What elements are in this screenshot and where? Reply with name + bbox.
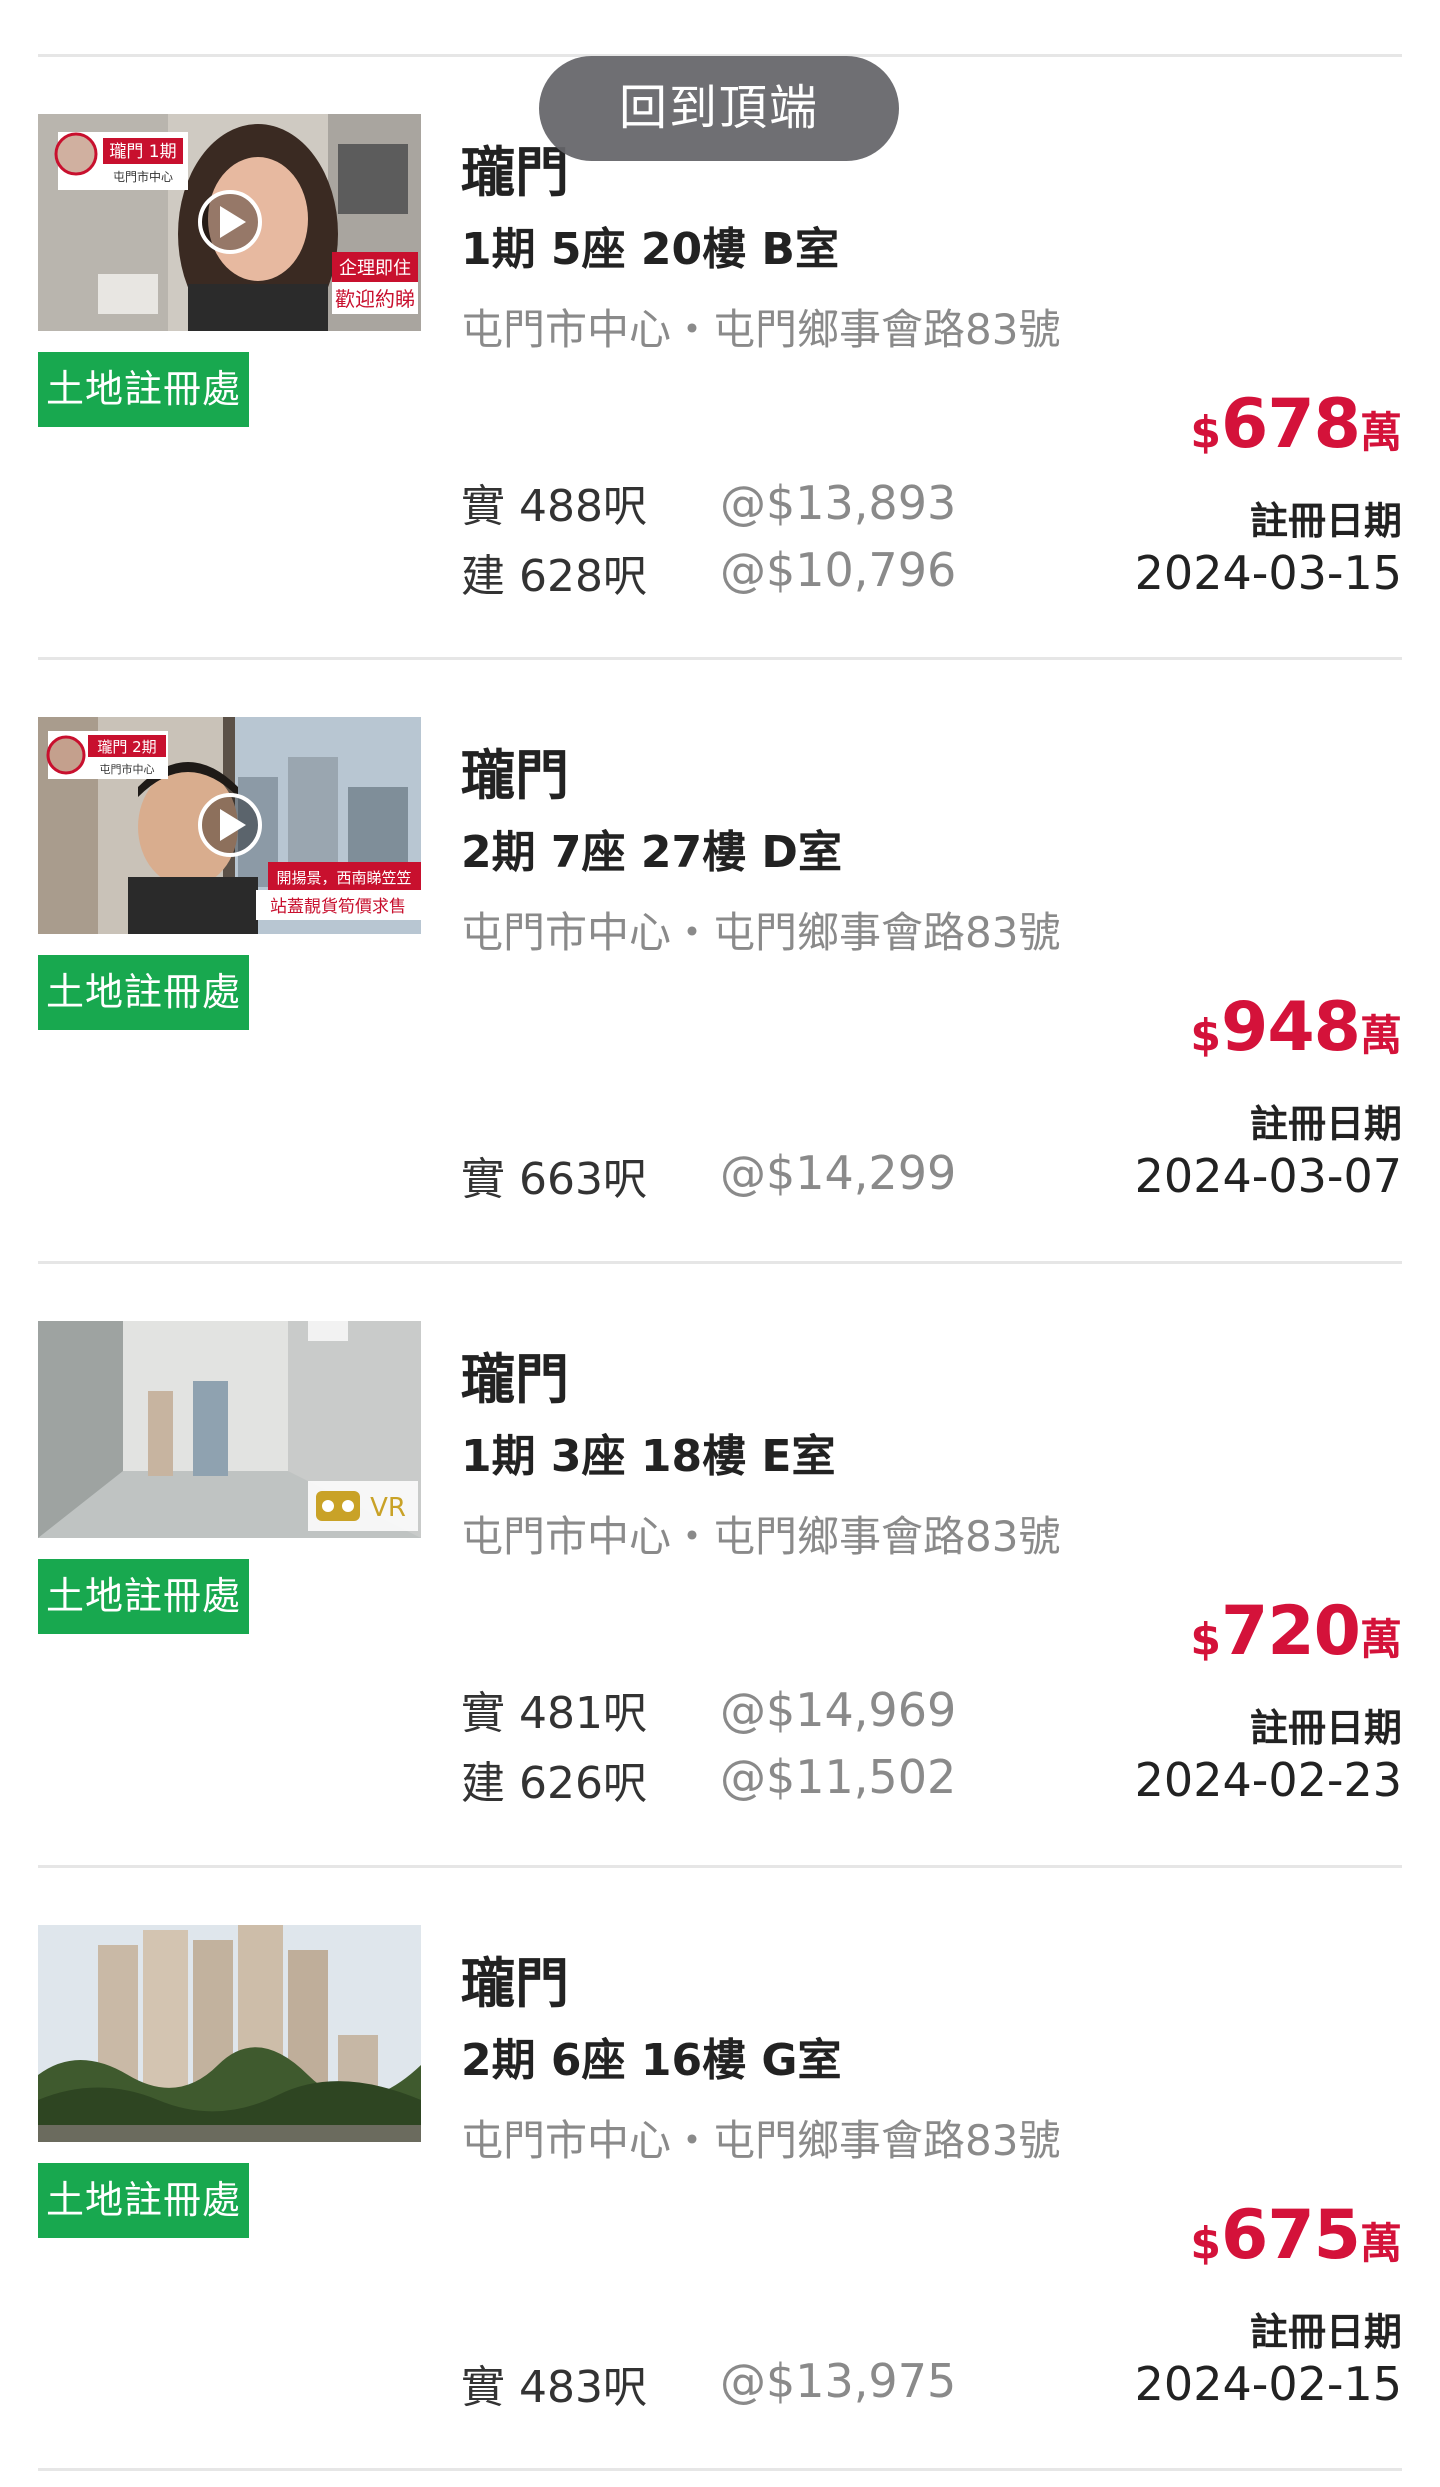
address: 屯門市中心・屯門鄉事會路83號	[461, 2116, 1061, 2165]
land-registry-badge: 土地註冊處	[38, 352, 249, 427]
listing-vr-thumbnail[interactable]: VR	[38, 1321, 421, 1538]
price: $678萬	[1190, 385, 1402, 464]
estate-name[interactable]: 瓏門	[461, 1335, 569, 1414]
regdate-label: 註冊日期	[1249, 1102, 1402, 1146]
back-to-top-button[interactable]: 回到頂端	[539, 56, 899, 161]
saleable-area: 實 663呎	[461, 1154, 647, 1205]
video-frame-image: 瓏門 1期 屯門市中心 企理即住 歡迎約睇	[38, 114, 421, 331]
land-registry-badge: 土地註冊處	[38, 1559, 249, 1634]
regdate: 2024-03-07	[1134, 1149, 1402, 1203]
price-currency: $	[1190, 1010, 1222, 1061]
gross-area: 建 628呎	[461, 551, 647, 602]
listing-divider	[38, 657, 1402, 660]
listing-card[interactable]: 瓏門 2期 屯門市中心 開揚景，西南睇笠笠 站蓋靚貨筍價求售 土地註冊處 瓏門 …	[0, 661, 1440, 1264]
listing-divider	[38, 2468, 1402, 2471]
saleable-area: 實 483呎	[461, 2362, 647, 2413]
thumb-tag-title: 瓏門 1期	[109, 142, 176, 162]
saleable-price-per-sqft: @$14,299	[720, 1146, 957, 1200]
vr-label: VR	[370, 1493, 406, 1523]
regdate-label: 註冊日期	[1249, 2310, 1402, 2354]
saleable-area: 實 481呎	[461, 1688, 647, 1739]
regdate: 2024-02-23	[1134, 1753, 1402, 1807]
listing-card[interactable]: 土地註冊處 瓏門 2期 6座 16樓 G室 屯門市中心・屯門鄉事會路83號 $6…	[0, 1869, 1440, 2472]
unit-info: 1期 5座 20樓 B室	[461, 224, 839, 275]
play-icon[interactable]	[198, 190, 262, 254]
listing-card[interactable]: VR 土地註冊處 瓏門 1期 3座 18樓 E室 屯門市中心・屯門鄉事會路83號…	[0, 1265, 1440, 1868]
saleable-price-per-sqft: @$13,975	[720, 2354, 957, 2408]
gross-price-per-sqft: @$10,796	[720, 543, 957, 597]
price-unit: 萬	[1359, 408, 1402, 457]
vr-icon: VR	[308, 1481, 418, 1531]
unit-info: 2期 7座 27樓 D室	[461, 827, 842, 878]
play-icon[interactable]	[198, 793, 262, 857]
thumb-tag-title: 瓏門 2期	[97, 738, 156, 756]
regdate: 2024-03-15	[1134, 546, 1402, 600]
land-registry-badge: 土地註冊處	[38, 2163, 249, 2238]
saleable-price-per-sqft: @$14,969	[720, 1683, 957, 1737]
estate-name[interactable]: 瓏門	[461, 1939, 569, 2018]
listing-divider	[38, 1865, 1402, 1868]
vr-room-image: VR	[38, 1321, 421, 1538]
price-currency: $	[1190, 407, 1222, 458]
thumb-caption-1: 開揚景，西南睇笠笠	[276, 869, 411, 887]
video-frame-image: 瓏門 2期 屯門市中心 開揚景，西南睇笠笠 站蓋靚貨筍價求售	[38, 717, 421, 934]
gross-price-per-sqft: @$11,502	[720, 1750, 957, 1804]
price: $720萬	[1190, 1592, 1402, 1671]
price-value: 948	[1221, 988, 1361, 1067]
saleable-price-per-sqft: @$13,893	[720, 476, 957, 530]
price-value: 678	[1221, 385, 1361, 464]
listing-divider	[38, 1261, 1402, 1264]
thumb-tag-sub: 屯門市中心	[113, 169, 173, 184]
estate-name[interactable]: 瓏門	[461, 731, 569, 810]
listing-video-thumbnail[interactable]: 瓏門 2期 屯門市中心 開揚景，西南睇笠笠 站蓋靚貨筍價求售	[38, 717, 421, 934]
building-photo-image	[38, 1925, 421, 2142]
address: 屯門市中心・屯門鄉事會路83號	[461, 1512, 1061, 1561]
price-value: 675	[1221, 2196, 1361, 2275]
listing-video-thumbnail[interactable]: 瓏門 1期 屯門市中心 企理即住 歡迎約睇	[38, 114, 421, 331]
price-unit: 萬	[1359, 2219, 1402, 2268]
price-currency: $	[1190, 1614, 1222, 1665]
price: $675萬	[1190, 2196, 1402, 2275]
unit-info: 1期 3座 18樓 E室	[461, 1431, 836, 1482]
address: 屯門市中心・屯門鄉事會路83號	[461, 305, 1061, 354]
price-currency: $	[1190, 2218, 1222, 2269]
land-registry-badge: 土地註冊處	[38, 955, 249, 1030]
regdate: 2024-02-15	[1134, 2357, 1402, 2411]
thumb-tag-sub: 屯門市中心	[100, 762, 155, 776]
thumb-caption-1: 企理即住	[339, 258, 411, 279]
thumb-caption-2: 站蓋靚貨筍價求售	[270, 897, 406, 917]
saleable-area: 實 488呎	[461, 481, 647, 532]
regdate-label: 註冊日期	[1249, 1706, 1402, 1750]
unit-info: 2期 6座 16樓 G室	[461, 2035, 842, 2086]
price-unit: 萬	[1359, 1011, 1402, 1060]
regdate-label: 註冊日期	[1249, 499, 1402, 543]
price: $948萬	[1190, 988, 1402, 1067]
address: 屯門市中心・屯門鄉事會路83號	[461, 908, 1061, 957]
price-value: 720	[1221, 1592, 1361, 1671]
price-unit: 萬	[1359, 1615, 1402, 1664]
thumb-caption-2: 歡迎約睇	[335, 287, 415, 311]
listing-photo-thumbnail[interactable]	[38, 1925, 421, 2142]
gross-area: 建 626呎	[461, 1758, 647, 1809]
